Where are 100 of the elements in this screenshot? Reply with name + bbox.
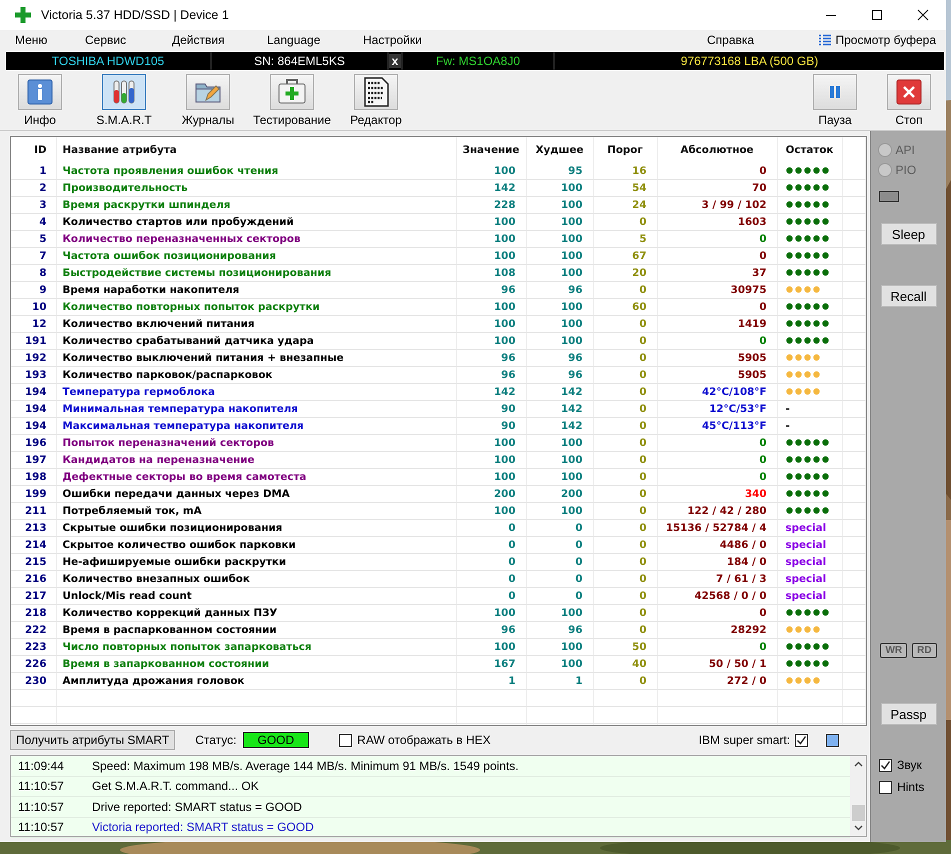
table-cell: 100 <box>456 434 526 452</box>
checkbox-label[interactable]: RAW отображать в HEX <box>357 733 491 747</box>
table-cell: Время наработки накопителя <box>56 282 456 298</box>
table-cell: Минимальная температура накопителя <box>56 400 456 418</box>
table-cell: 100 <box>526 656 593 672</box>
table-cell: 0 <box>593 468 657 486</box>
table-cell: 5 <box>593 230 657 248</box>
indicator-light: RD <box>912 643 937 658</box>
table-cell: 0 <box>657 332 777 350</box>
column-header[interactable]: Худшее <box>526 137 593 163</box>
column-header[interactable]: ID <box>11 137 56 163</box>
table-cell: 199 <box>11 486 56 502</box>
checkbox-label[interactable]: IBM super smart: <box>698 733 790 747</box>
table-cell: 100 <box>456 316 526 332</box>
table-cell: Число повторных попыток запарковаться <box>56 638 456 656</box>
menu-item[interactable]: Сервис <box>85 32 126 48</box>
plus-icon <box>15 7 31 23</box>
table-cell: 90 <box>456 418 526 434</box>
table-cell: 2 <box>11 180 56 196</box>
checkbox[interactable] <box>795 734 808 746</box>
table-cell: 96 <box>526 350 593 366</box>
table-cell: 1 <box>456 672 526 690</box>
menu-item[interactable]: Действия <box>172 32 225 48</box>
table-cell: 4486 / 0 <box>657 536 777 554</box>
menu-item[interactable]: Меню <box>15 32 48 48</box>
table-cell: 100 <box>526 452 593 468</box>
table-cell: 0 <box>593 316 657 332</box>
window-title: Victoria 5.37 HDD/SSD | Device 1 <box>41 8 230 22</box>
table-cell: 0 <box>593 622 657 638</box>
table-cell: 20 <box>593 264 657 282</box>
table-cell: 0 <box>456 536 526 554</box>
column-header[interactable]: Порог <box>593 137 657 163</box>
checkbox-label[interactable]: Hints <box>897 780 924 794</box>
column-header[interactable]: Значение <box>456 137 526 163</box>
table-cell: 0 <box>526 520 593 536</box>
toolbar-button[interactable]: Тестирование <box>253 74 331 127</box>
side-button[interactable]: Sleep <box>880 223 937 245</box>
close-drive-button[interactable]: x <box>389 54 401 68</box>
checkbox-label[interactable]: Звук <box>897 758 922 772</box>
column-header[interactable]: Название атрибута <box>56 137 456 163</box>
table-cell: 214 <box>11 536 56 554</box>
table-cell: 45°C/113°F <box>657 418 777 434</box>
side-button[interactable]: Recall <box>880 285 937 307</box>
scroll-up-icon[interactable] <box>854 761 863 767</box>
table-cell: Unlock/Mis read count <box>56 588 456 604</box>
table-cell: 142 <box>456 180 526 196</box>
table-cell: 142 <box>526 418 593 434</box>
menu-item[interactable]: Справка <box>707 32 754 48</box>
table-cell: 142 <box>456 384 526 400</box>
checkbox[interactable] <box>879 780 892 794</box>
table-cell: 0 <box>593 282 657 298</box>
scrollbar-thumb[interactable] <box>852 805 865 821</box>
table-cell: 1 <box>526 672 593 690</box>
table-cell: 0 <box>593 588 657 604</box>
passp-button[interactable]: Passp <box>880 703 937 725</box>
table-cell: 50 / 50 / 1 <box>657 656 777 672</box>
menu-item[interactable]: Настройки <box>363 32 422 48</box>
table-cell: 100 <box>526 502 593 520</box>
log-time: 11:10:57 <box>17 820 65 834</box>
log-message: Drive reported: SMART status = GOOD <box>92 800 302 814</box>
table-cell: 272 / 0 <box>657 672 777 690</box>
table-cell: 90 <box>456 400 526 418</box>
table-cell: 100 <box>526 638 593 656</box>
color-swatch-icon[interactable] <box>826 734 840 746</box>
table-cell: 100 <box>526 230 593 248</box>
table-cell: 211 <box>11 502 56 520</box>
table-cell: 194 <box>11 384 56 400</box>
table-cell: 193 <box>11 366 56 384</box>
checkbox[interactable] <box>879 758 892 772</box>
table-cell: 0 <box>593 502 657 520</box>
status-badge: GOOD <box>242 732 310 748</box>
table-cell: 100 <box>456 332 526 350</box>
menu-item[interactable]: Language <box>267 32 320 48</box>
column-header[interactable]: Абсолютное <box>657 137 777 163</box>
binary-document-icon <box>362 77 390 107</box>
table-cell: - <box>777 400 842 418</box>
checkbox[interactable] <box>339 734 352 746</box>
table-cell: 7 / 61 / 3 <box>657 570 777 588</box>
table-cell: special <box>777 520 842 536</box>
buffer-view-button[interactable]: Просмотр буфера <box>819 33 936 47</box>
table-cell: 96 <box>526 366 593 384</box>
table-cell: 100 <box>526 180 593 196</box>
table-cell: 37 <box>657 264 777 282</box>
serial-number: SN: 864EML5KS <box>253 54 346 68</box>
get-smart-button[interactable]: Получить атрибуты SMART <box>10 730 176 750</box>
table-cell: 228 <box>456 196 526 214</box>
table-cell: 0 <box>593 434 657 452</box>
table-cell: 0 <box>657 298 777 316</box>
table-cell: special <box>777 554 842 570</box>
scroll-down-icon[interactable] <box>854 825 863 831</box>
table-cell: 50 <box>593 638 657 656</box>
table-cell: 100 <box>526 264 593 282</box>
column-header[interactable]: Остаток <box>777 137 842 163</box>
firmware-version: Fw: MS1OA8J0 <box>434 54 522 68</box>
table-cell: 0 <box>593 418 657 434</box>
table-cell: 100 <box>526 434 593 452</box>
first-aid-kit-icon <box>276 79 307 105</box>
table-cell: 100 <box>456 214 526 230</box>
table-cell: 100 <box>456 230 526 248</box>
table-cell: 96 <box>456 366 526 384</box>
